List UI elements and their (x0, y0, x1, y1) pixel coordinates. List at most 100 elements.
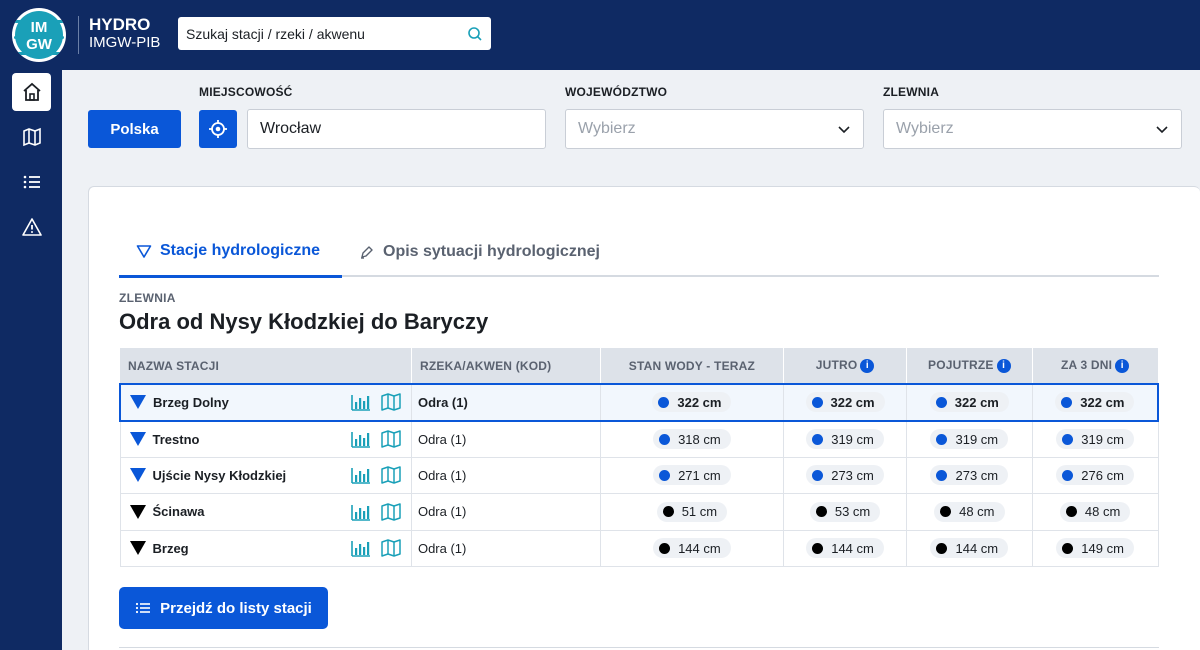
table-row[interactable]: Trestno Odra (1) 318 cm 319 cm 319 cm 319 cm (119, 420, 1159, 458)
station-marker-icon (129, 504, 146, 519)
table-row[interactable]: Brzeg Odra (1) 144 cm 144 cm 144 cm 149 cm (119, 530, 1159, 567)
station-name[interactable]: Brzeg (153, 541, 351, 556)
status-dot (812, 542, 824, 554)
water-level-badge: 144 cm (806, 538, 884, 559)
in-3-days-cell: 48 cm (1032, 493, 1159, 531)
water-level-value: 322 cm (1080, 394, 1125, 410)
tabs: Stacje hydrologiczne Opis sytuacji hydro… (119, 227, 1159, 278)
water-level-badge: 322 cm (805, 392, 885, 413)
pen-icon (361, 246, 373, 259)
col-river[interactable]: RZEKA/AKWEN (KOD) (411, 348, 601, 384)
station-cell: Ujście Nysy Kłodzkiej (119, 457, 412, 494)
status-dot (812, 469, 824, 481)
table-row[interactable]: Ujście Nysy Kłodzkiej Odra (1) 271 cm 273 c… (119, 457, 1159, 494)
day-after-cell: 319 cm (906, 420, 1033, 458)
water-level-badge: 273 cm (930, 465, 1009, 486)
search-input[interactable]: Szukaj stacji / rzeki / akwenu (186, 26, 467, 42)
basin-filter-label: ZLEWNIA (883, 85, 940, 99)
station-cell: Brzeg Dolny (118, 383, 412, 422)
info-icon[interactable]: i (996, 358, 1011, 373)
sidebar-item-warnings[interactable] (12, 208, 51, 246)
station-name[interactable]: Ujście Nysy Kłodzkiej (153, 468, 351, 483)
water-level-value: 319 cm (1081, 431, 1124, 447)
logo-wave (14, 52, 64, 55)
chart-icon[interactable] (351, 539, 371, 558)
sidebar-item-list[interactable] (12, 163, 51, 201)
basin-label: ZLEWNIA (119, 291, 176, 305)
info-icon[interactable]: i (1115, 358, 1130, 373)
go-to-station-list-button[interactable]: Przejdź do listy stacji (119, 587, 328, 629)
water-level-value: 319 cm (831, 431, 874, 447)
map-icon[interactable] (381, 466, 401, 484)
col-in-3-days-label: ZA 3 DNI (1061, 358, 1113, 373)
imgw-logo[interactable]: IM GW (12, 8, 66, 62)
locality-input[interactable]: Wrocław (247, 109, 546, 149)
search-icon[interactable] (467, 26, 483, 42)
map-icon[interactable] (381, 539, 401, 557)
map-icon[interactable] (381, 393, 401, 411)
logo-text-top: IM (30, 19, 48, 36)
table-row[interactable]: Brzeg Dolny Odra (1) 322 cm 322 cm 322 cm 322… (118, 383, 1159, 422)
water-level-value: 322 cm (954, 394, 999, 410)
chart-icon[interactable] (351, 503, 371, 521)
water-level-value: 53 cm (834, 504, 871, 520)
map-icon[interactable] (381, 430, 401, 448)
water-level-value: 149 cm (1081, 540, 1124, 556)
info-icon[interactable]: i (860, 358, 875, 373)
col-tomorrow[interactable]: JUTRO i (783, 348, 907, 384)
status-dot (936, 542, 948, 554)
brand-divider (78, 16, 79, 54)
voivodeship-select[interactable]: Wybierz (565, 109, 864, 149)
status-dot (1061, 396, 1073, 408)
river-cell: Odra (1) (411, 420, 601, 458)
water-level-badge: 322 cm (652, 392, 732, 413)
chart-icon[interactable] (351, 466, 371, 485)
water-level-value: 144 cm (831, 540, 874, 556)
river-code: Odra (1) (417, 504, 467, 520)
status-dot (940, 506, 952, 518)
status-dot (811, 396, 823, 408)
top-header: IM GW HYDRO IMGW-PIB Szukaj stacji / rze… (0, 0, 1200, 70)
chevron-down-icon (1156, 126, 1168, 134)
status-dot (659, 542, 671, 554)
table-row[interactable]: Ścinawa Odra (1) 51 cm 53 cm 48 cm 48 cm (119, 493, 1159, 531)
water-level-badge: 322 cm (929, 392, 1009, 413)
table-header-row: NAZWA STACJI RZEKA/AKWEN (KOD) STAN WODY… (120, 348, 1159, 384)
map-icon[interactable] (381, 503, 401, 521)
water-level-badge: 48 cm (1059, 501, 1131, 522)
water-level-value: 322 cm (830, 394, 875, 410)
status-dot (659, 433, 671, 445)
brand[interactable]: HYDRO IMGW-PIB (89, 16, 160, 52)
river-code: Odra (1) (417, 394, 468, 410)
station-cell: Brzeg (119, 530, 412, 567)
chart-icon[interactable] (351, 430, 371, 448)
search-box[interactable]: Szukaj stacji / rzeki / akwenu (178, 17, 491, 50)
water-level-badge: 273 cm (806, 465, 884, 486)
station-marker-icon (129, 541, 146, 556)
col-station-name[interactable]: NAZWA STACJI (120, 348, 412, 384)
basin-select[interactable]: Wybierz (883, 109, 1182, 149)
water-level-badge: 319 cm (1056, 429, 1134, 449)
water-level-badge: 276 cm (1056, 465, 1134, 486)
col-day-after[interactable]: POJUTRZE i (906, 348, 1033, 384)
col-water-now[interactable]: STAN WODY - TERAZ (600, 348, 785, 384)
station-name[interactable]: Brzeg Dolny (153, 395, 351, 410)
status-dot (812, 433, 824, 445)
sidebar-item-home[interactable] (12, 73, 51, 111)
col-in-3-days[interactable]: ZA 3 DNI i (1032, 348, 1159, 384)
water-level-badge: 271 cm (653, 465, 731, 486)
water-level-value: 319 cm (955, 431, 999, 447)
water-level-badge: 322 cm (1055, 392, 1135, 413)
chart-icon[interactable] (351, 393, 371, 412)
sidebar-item-map[interactable] (12, 118, 51, 156)
locate-button[interactable] (199, 110, 237, 148)
polska-button[interactable]: Polska (88, 110, 181, 148)
status-dot (658, 396, 670, 408)
tab-hydrological-description[interactable]: Opis sytuacji hydrologicznej (359, 227, 600, 277)
station-name[interactable]: Trestno (153, 432, 351, 447)
tab-hydrological-stations[interactable]: Stacje hydrologiczne (119, 227, 342, 278)
home-icon (22, 82, 41, 101)
station-name[interactable]: Ścinawa (153, 504, 351, 519)
status-dot (1062, 469, 1074, 481)
water-now-cell: 271 cm (600, 457, 785, 494)
